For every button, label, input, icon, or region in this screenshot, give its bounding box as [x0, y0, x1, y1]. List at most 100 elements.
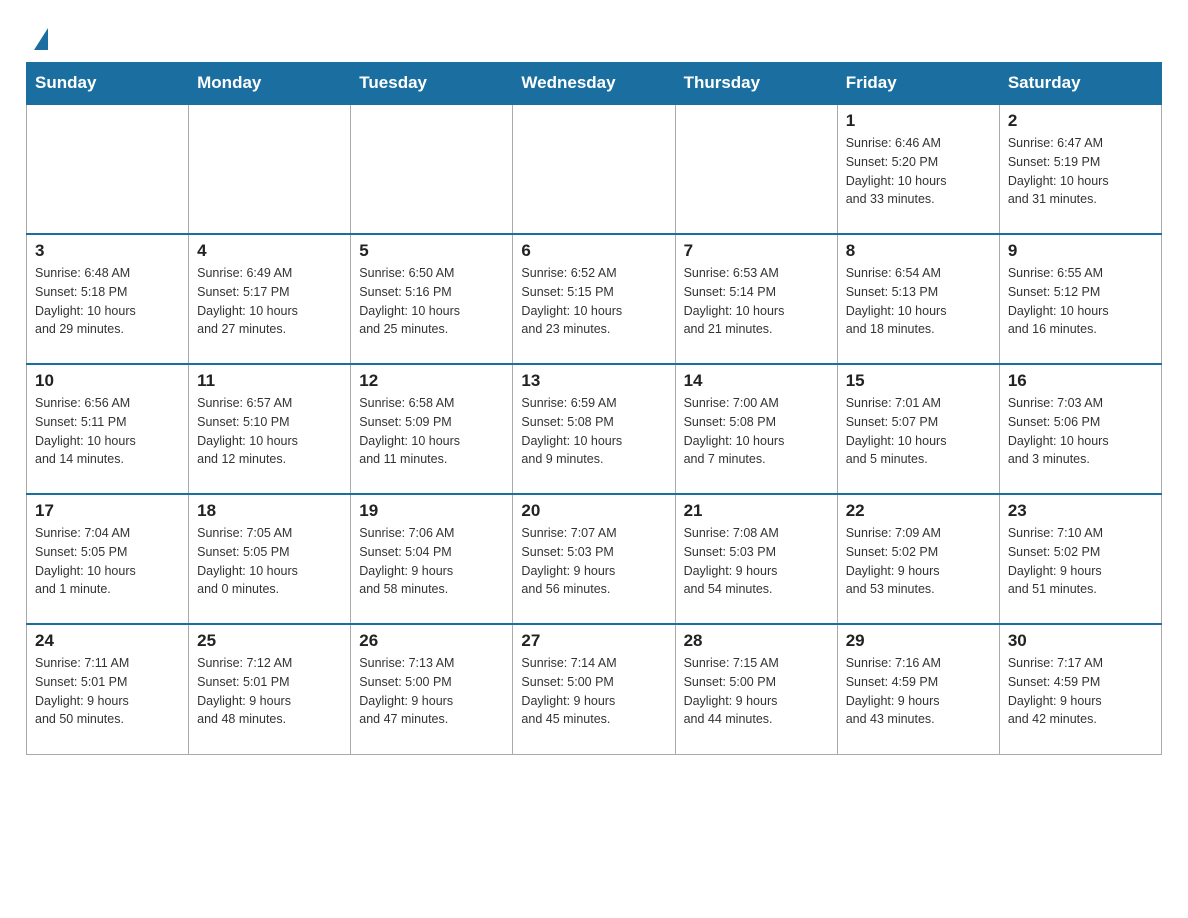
day-number: 24	[35, 631, 180, 651]
calendar-cell: 23 Sunrise: 7:10 AM Sunset: 5:02 PM Dayli…	[999, 494, 1161, 624]
day-info: Sunrise: 7:06 AM Sunset: 5:04 PM Dayligh…	[359, 524, 504, 599]
day-info: Sunrise: 7:14 AM Sunset: 5:00 PM Dayligh…	[521, 654, 666, 729]
day-info: Sunrise: 6:48 AM Sunset: 5:18 PM Dayligh…	[35, 264, 180, 339]
calendar-cell: 22 Sunrise: 7:09 AM Sunset: 5:02 PM Dayli…	[837, 494, 999, 624]
day-number: 28	[684, 631, 829, 651]
day-info: Sunrise: 7:16 AM Sunset: 4:59 PM Dayligh…	[846, 654, 991, 729]
day-info: Sunrise: 6:47 AM Sunset: 5:19 PM Dayligh…	[1008, 134, 1153, 209]
calendar-cell: 18 Sunrise: 7:05 AM Sunset: 5:05 PM Dayli…	[189, 494, 351, 624]
day-number: 19	[359, 501, 504, 521]
day-info: Sunrise: 7:11 AM Sunset: 5:01 PM Dayligh…	[35, 654, 180, 729]
day-info: Sunrise: 6:52 AM Sunset: 5:15 PM Dayligh…	[521, 264, 666, 339]
day-number: 26	[359, 631, 504, 651]
day-info: Sunrise: 7:01 AM Sunset: 5:07 PM Dayligh…	[846, 394, 991, 469]
calendar-cell: 17 Sunrise: 7:04 AM Sunset: 5:05 PM Dayli…	[27, 494, 189, 624]
weekday-header-saturday: Saturday	[999, 63, 1161, 105]
day-info: Sunrise: 7:08 AM Sunset: 5:03 PM Dayligh…	[684, 524, 829, 599]
day-number: 20	[521, 501, 666, 521]
calendar-cell: 19 Sunrise: 7:06 AM Sunset: 5:04 PM Dayli…	[351, 494, 513, 624]
day-number: 22	[846, 501, 991, 521]
day-number: 8	[846, 241, 991, 261]
day-info: Sunrise: 6:56 AM Sunset: 5:11 PM Dayligh…	[35, 394, 180, 469]
day-number: 9	[1008, 241, 1153, 261]
day-info: Sunrise: 6:49 AM Sunset: 5:17 PM Dayligh…	[197, 264, 342, 339]
logo	[32, 24, 48, 50]
day-info: Sunrise: 7:05 AM Sunset: 5:05 PM Dayligh…	[197, 524, 342, 599]
day-number: 7	[684, 241, 829, 261]
day-info: Sunrise: 6:50 AM Sunset: 5:16 PM Dayligh…	[359, 264, 504, 339]
calendar-cell: 2 Sunrise: 6:47 AM Sunset: 5:19 PM Daylig…	[999, 104, 1161, 234]
calendar-cell: 15Sunrise: 7:01 AM Sunset: 5:07 PM Dayli…	[837, 364, 999, 494]
calendar-cell: 16 Sunrise: 7:03 AM Sunset: 5:06 PM Dayli…	[999, 364, 1161, 494]
day-number: 1	[846, 111, 991, 131]
day-number: 23	[1008, 501, 1153, 521]
calendar-cell: 14Sunrise: 7:00 AM Sunset: 5:08 PM Dayli…	[675, 364, 837, 494]
calendar-cell: 24 Sunrise: 7:11 AM Sunset: 5:01 PM Dayli…	[27, 624, 189, 754]
week-row-1: 1 Sunrise: 6:46 AM Sunset: 5:20 PM Daylig…	[27, 104, 1162, 234]
week-row-2: 3 Sunrise: 6:48 AM Sunset: 5:18 PM Daylig…	[27, 234, 1162, 364]
calendar-wrapper: SundayMondayTuesdayWednesdayThursdayFrid…	[0, 62, 1188, 769]
day-info: Sunrise: 6:59 AM Sunset: 5:08 PM Dayligh…	[521, 394, 666, 469]
day-number: 13	[521, 371, 666, 391]
calendar-cell	[351, 104, 513, 234]
day-info: Sunrise: 6:46 AM Sunset: 5:20 PM Dayligh…	[846, 134, 991, 209]
calendar-cell: 6 Sunrise: 6:52 AM Sunset: 5:15 PM Daylig…	[513, 234, 675, 364]
day-number: 11	[197, 371, 342, 391]
day-info: Sunrise: 7:03 AM Sunset: 5:06 PM Dayligh…	[1008, 394, 1153, 469]
day-info: Sunrise: 7:15 AM Sunset: 5:00 PM Dayligh…	[684, 654, 829, 729]
weekday-header-sunday: Sunday	[27, 63, 189, 105]
week-row-4: 17 Sunrise: 7:04 AM Sunset: 5:05 PM Dayli…	[27, 494, 1162, 624]
day-number: 29	[846, 631, 991, 651]
day-number: 16	[1008, 371, 1153, 391]
calendar-cell: 25 Sunrise: 7:12 AM Sunset: 5:01 PM Dayli…	[189, 624, 351, 754]
day-info: Sunrise: 7:07 AM Sunset: 5:03 PM Dayligh…	[521, 524, 666, 599]
day-info: Sunrise: 7:04 AM Sunset: 5:05 PM Dayligh…	[35, 524, 180, 599]
calendar-cell: 8 Sunrise: 6:54 AM Sunset: 5:13 PM Daylig…	[837, 234, 999, 364]
day-info: Sunrise: 6:55 AM Sunset: 5:12 PM Dayligh…	[1008, 264, 1153, 339]
calendar-cell: 7 Sunrise: 6:53 AM Sunset: 5:14 PM Daylig…	[675, 234, 837, 364]
calendar-cell: 10 Sunrise: 6:56 AM Sunset: 5:11 PM Dayli…	[27, 364, 189, 494]
day-number: 30	[1008, 631, 1153, 651]
logo-triangle-icon	[34, 28, 48, 50]
calendar-cell: 1 Sunrise: 6:46 AM Sunset: 5:20 PM Daylig…	[837, 104, 999, 234]
calendar-cell	[189, 104, 351, 234]
calendar-cell	[27, 104, 189, 234]
day-number: 17	[35, 501, 180, 521]
calendar-cell: 27Sunrise: 7:14 AM Sunset: 5:00 PM Dayli…	[513, 624, 675, 754]
day-number: 6	[521, 241, 666, 261]
calendar-cell: 30 Sunrise: 7:17 AM Sunset: 4:59 PM Dayli…	[999, 624, 1161, 754]
day-info: Sunrise: 6:53 AM Sunset: 5:14 PM Dayligh…	[684, 264, 829, 339]
weekday-header-friday: Friday	[837, 63, 999, 105]
day-number: 2	[1008, 111, 1153, 131]
calendar-cell: 28 Sunrise: 7:15 AM Sunset: 5:00 PM Dayli…	[675, 624, 837, 754]
day-info: Sunrise: 7:10 AM Sunset: 5:02 PM Dayligh…	[1008, 524, 1153, 599]
calendar-cell: 13 Sunrise: 6:59 AM Sunset: 5:08 PM Dayli…	[513, 364, 675, 494]
page-header	[0, 0, 1188, 62]
day-info: Sunrise: 7:12 AM Sunset: 5:01 PM Dayligh…	[197, 654, 342, 729]
calendar-cell: 3 Sunrise: 6:48 AM Sunset: 5:18 PM Daylig…	[27, 234, 189, 364]
day-number: 21	[684, 501, 829, 521]
day-info: Sunrise: 7:09 AM Sunset: 5:02 PM Dayligh…	[846, 524, 991, 599]
day-number: 12	[359, 371, 504, 391]
weekday-header-monday: Monday	[189, 63, 351, 105]
calendar-cell: 11 Sunrise: 6:57 AM Sunset: 5:10 PM Dayli…	[189, 364, 351, 494]
week-row-5: 24 Sunrise: 7:11 AM Sunset: 5:01 PM Dayli…	[27, 624, 1162, 754]
calendar-cell: 20 Sunrise: 7:07 AM Sunset: 5:03 PM Dayli…	[513, 494, 675, 624]
weekday-header-wednesday: Wednesday	[513, 63, 675, 105]
day-info: Sunrise: 6:57 AM Sunset: 5:10 PM Dayligh…	[197, 394, 342, 469]
day-info: Sunrise: 6:58 AM Sunset: 5:09 PM Dayligh…	[359, 394, 504, 469]
calendar-table: SundayMondayTuesdayWednesdayThursdayFrid…	[26, 62, 1162, 755]
day-number: 5	[359, 241, 504, 261]
day-number: 3	[35, 241, 180, 261]
day-info: Sunrise: 7:17 AM Sunset: 4:59 PM Dayligh…	[1008, 654, 1153, 729]
day-number: 10	[35, 371, 180, 391]
weekday-header-thursday: Thursday	[675, 63, 837, 105]
calendar-cell	[675, 104, 837, 234]
day-number: 18	[197, 501, 342, 521]
day-info: Sunrise: 6:54 AM Sunset: 5:13 PM Dayligh…	[846, 264, 991, 339]
day-number: 14	[684, 371, 829, 391]
calendar-cell: 4Sunrise: 6:49 AM Sunset: 5:17 PM Daylig…	[189, 234, 351, 364]
weekday-header-tuesday: Tuesday	[351, 63, 513, 105]
calendar-cell: 29 Sunrise: 7:16 AM Sunset: 4:59 PM Dayli…	[837, 624, 999, 754]
day-number: 25	[197, 631, 342, 651]
